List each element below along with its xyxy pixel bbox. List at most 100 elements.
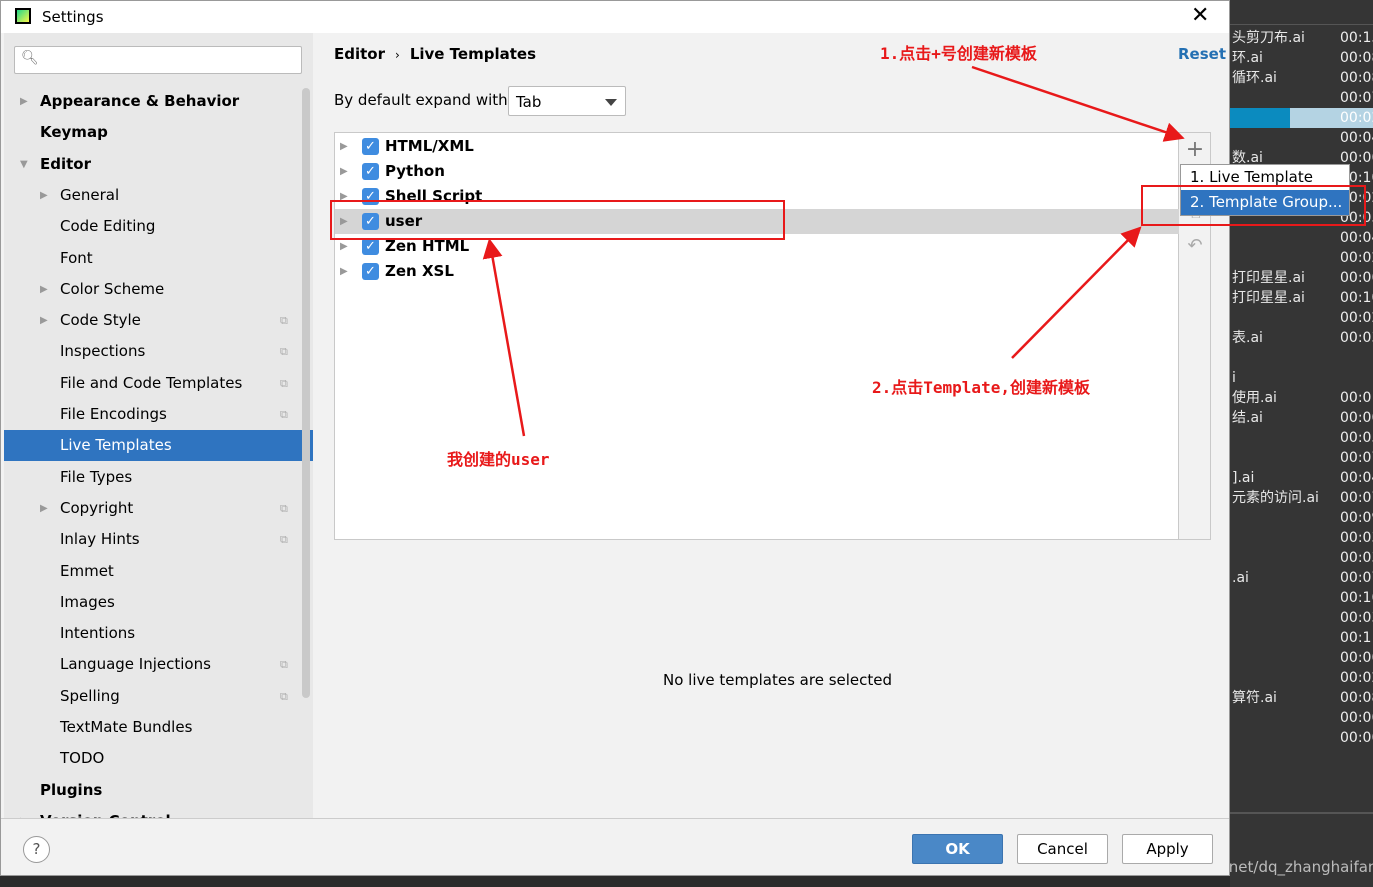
- sidebar-item-label: Plugins: [40, 780, 103, 799]
- collapsed-arrow-icon[interactable]: ▶: [20, 806, 28, 818]
- undo-icon[interactable]: ↶: [1179, 235, 1211, 256]
- background-list-row: 表.ai 00:03: [1230, 328, 1373, 348]
- file-duration: 00:04: [1340, 130, 1373, 146]
- collapsed-arrow-icon[interactable]: ▶: [40, 180, 48, 211]
- sidebar-item-label: Live Templates: [60, 436, 172, 455]
- search-input[interactable]: 🔍︎: [14, 46, 302, 74]
- background-list-row: 打印星星.ai 00:10: [1230, 288, 1373, 308]
- sidebar-item[interactable]: ▶ General: [4, 180, 313, 211]
- background-list-row: 00:05: [1230, 428, 1373, 448]
- sidebar-item[interactable]: Inspections ⧉: [4, 336, 313, 367]
- sidebar-item[interactable]: TextMate Bundles: [4, 712, 313, 743]
- expand-value: Tab: [516, 93, 542, 111]
- close-button[interactable]: ✕: [1191, 3, 1209, 28]
- sidebar-item[interactable]: Emmet: [4, 556, 313, 587]
- group-name: HTML/XML: [385, 137, 474, 155]
- file-name: 头剪刀布.ai: [1232, 30, 1305, 46]
- file-duration: 00:02: [1340, 310, 1373, 326]
- sidebar-item[interactable]: ▶ Color Scheme: [4, 274, 313, 305]
- sidebar-item[interactable]: ▶ Version Control ⧉: [4, 806, 313, 818]
- file-duration: 00:04: [1340, 470, 1373, 486]
- template-group-row[interactable]: ▶ ✓ Python: [335, 159, 1179, 184]
- background-list-row: ].ai 00:04: [1230, 468, 1373, 488]
- background-list-row: 00:03: [1230, 548, 1373, 568]
- sidebar-item-label: General: [60, 185, 120, 204]
- background-list-row: 00:07: [1230, 88, 1373, 108]
- expand-arrow-icon[interactable]: ▶: [340, 159, 348, 184]
- sidebar-item[interactable]: Language Injections ⧉: [4, 649, 313, 680]
- background-list-row: 00:11: [1230, 628, 1373, 648]
- sidebar-item-label: Code Editing: [60, 217, 156, 236]
- background-file-list: 头剪刀布.ai 00:15 环.ai 00:08 循环.ai 00:08 00:07 00:0…: [1230, 0, 1373, 887]
- background-list-row: 00:02: [1230, 308, 1373, 328]
- file-name: .ai: [1232, 570, 1249, 586]
- template-group-row[interactable]: ▶ ✓ Zen XSL: [335, 259, 1179, 284]
- file-duration: 00:03: [1340, 330, 1373, 346]
- file-duration: 00:07: [1340, 570, 1373, 586]
- sidebar-item[interactable]: ▶ Copyright ⧉: [4, 493, 313, 524]
- file-duration: 00:11: [1340, 630, 1373, 646]
- sidebar-item[interactable]: TODO: [4, 743, 313, 774]
- file-duration: 00:09: [1340, 510, 1373, 526]
- file-name: 打印星星.ai: [1232, 270, 1305, 286]
- sidebar-item[interactable]: Intentions: [4, 618, 313, 649]
- sidebar-item[interactable]: Inlay Hints ⧉: [4, 524, 313, 555]
- background-list-row: [1230, 348, 1373, 368]
- group-checkbox[interactable]: ✓: [362, 163, 379, 180]
- file-duration: 00:08: [1340, 690, 1373, 706]
- sidebar-item[interactable]: Live Templates: [4, 430, 313, 462]
- annotation-user: 我创建的user: [447, 450, 550, 469]
- collapsed-arrow-icon[interactable]: ▶: [40, 274, 48, 305]
- sidebar-item[interactable]: ▼ Editor: [4, 149, 313, 180]
- expand-arrow-icon[interactable]: ▶: [340, 134, 348, 159]
- sidebar-item-label: Copyright: [60, 498, 134, 517]
- project-scope-icon: ⧉: [280, 533, 288, 547]
- template-group-highlight-box: [1141, 185, 1366, 226]
- sidebar-item[interactable]: File Encodings ⧉: [4, 399, 313, 430]
- sidebar-item[interactable]: Spelling ⧉: [4, 681, 313, 712]
- template-group-row[interactable]: ▶ ✓ HTML/XML: [335, 134, 1179, 159]
- group-checkbox[interactable]: ✓: [362, 138, 379, 155]
- group-checkbox[interactable]: ✓: [362, 263, 379, 280]
- expanded-arrow-icon[interactable]: ▼: [20, 149, 28, 180]
- sidebar-item[interactable]: File Types: [4, 462, 313, 493]
- file-duration: 00:02: [1340, 670, 1373, 686]
- ok-button[interactable]: OK: [912, 834, 1003, 864]
- title-bar: Settings ✕: [1, 1, 1229, 33]
- background-list-row: 00:09: [1230, 508, 1373, 528]
- apply-button[interactable]: Apply: [1122, 834, 1213, 864]
- reset-link[interactable]: Reset: [1178, 45, 1226, 63]
- sidebar-item[interactable]: Images: [4, 587, 313, 618]
- expand-select[interactable]: Tab: [508, 86, 626, 116]
- breadcrumb: Editor › Live Templates: [334, 45, 536, 63]
- sidebar-item[interactable]: Plugins: [4, 775, 313, 806]
- collapsed-arrow-icon[interactable]: ▶: [40, 493, 48, 524]
- breadcrumb-parent[interactable]: Editor: [334, 45, 385, 63]
- background-list-row: 00:02: [1230, 668, 1373, 688]
- add-icon[interactable]: +: [1179, 137, 1211, 162]
- collapsed-arrow-icon[interactable]: ▶: [20, 86, 28, 117]
- sidebar-item-label: Images: [60, 592, 115, 611]
- sidebar-scrollbar[interactable]: [302, 88, 310, 698]
- sidebar-item[interactable]: ▶ Code Style ⧉: [4, 305, 313, 336]
- window-title: Settings: [42, 8, 104, 26]
- sidebar-item[interactable]: ▶ Appearance & Behavior: [4, 86, 313, 117]
- sidebar-item[interactable]: Font: [4, 243, 313, 274]
- expand-arrow-icon[interactable]: ▶: [340, 259, 348, 284]
- sidebar-item[interactable]: File and Code Templates ⧉: [4, 368, 313, 399]
- background-list-row: 00:04: [1230, 128, 1373, 148]
- background-list-row: 00:07: [1230, 448, 1373, 468]
- background-list-row: .ai 00:07: [1230, 568, 1373, 588]
- group-checkbox[interactable]: ✓: [362, 238, 379, 255]
- cancel-button[interactable]: Cancel: [1017, 834, 1108, 864]
- collapsed-arrow-icon[interactable]: ▶: [40, 305, 48, 336]
- sidebar-item[interactable]: Keymap: [4, 117, 313, 148]
- sidebar-item[interactable]: Code Editing: [4, 211, 313, 242]
- sidebar-item-label: Appearance & Behavior: [40, 92, 240, 110]
- sidebar-item-label: TODO: [60, 749, 105, 768]
- breadcrumb-separator: ›: [395, 48, 400, 62]
- file-name: 环.ai: [1232, 50, 1263, 66]
- sidebar-item-label: Editor: [40, 154, 91, 173]
- file-duration: 00:02: [1340, 110, 1373, 126]
- help-button[interactable]: ?: [23, 836, 50, 863]
